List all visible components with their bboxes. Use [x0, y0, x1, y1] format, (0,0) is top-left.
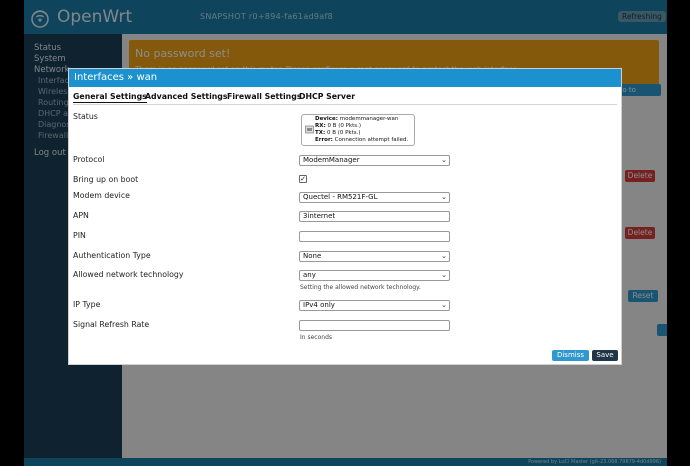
- auth-type-value: None: [303, 252, 322, 260]
- save-button[interactable]: Save: [592, 350, 618, 361]
- tab-dhcp-server[interactable]: DHCP Server: [299, 92, 355, 101]
- pin-input[interactable]: [299, 231, 450, 242]
- apn-input[interactable]: 3internet: [299, 211, 450, 222]
- modem-device-value: Quectel - RM521F-GL: [303, 193, 378, 201]
- status-error-key: Error:: [315, 137, 333, 143]
- status-label: Status: [73, 112, 98, 121]
- tab-general-settings[interactable]: General Settings: [73, 92, 147, 103]
- protocol-label: Protocol: [73, 155, 105, 164]
- chevron-down-icon: ⌄: [441, 252, 447, 260]
- ip-type-value: IPv4 only: [303, 301, 335, 309]
- chevron-down-icon: ⌄: [441, 156, 447, 164]
- chevron-down-icon: ⌄: [441, 193, 447, 201]
- dialog-header: Interfaces » wan: [69, 69, 621, 87]
- tab-divider: [73, 104, 617, 105]
- tab-firewall-settings[interactable]: Firewall Settings: [227, 92, 301, 101]
- protocol-value: ModemManager: [303, 156, 360, 164]
- dialog-title: Interfaces » wan: [74, 72, 158, 83]
- interface-dialog: Interfaces » wan General Settings Advanc…: [68, 68, 622, 365]
- protocol-select[interactable]: ModemManager ⌄: [299, 155, 450, 166]
- signal-refresh-help: In seconds: [300, 334, 333, 341]
- dismiss-button[interactable]: Dismiss: [552, 350, 589, 361]
- modem-device-select[interactable]: Quectel - RM521F-GL ⌄: [299, 192, 450, 203]
- chevron-down-icon: ⌄: [441, 301, 447, 309]
- signal-refresh-label: Signal Refresh Rate: [73, 320, 150, 329]
- apn-label: APN: [73, 211, 89, 220]
- chevron-down-icon: ⌄: [441, 271, 447, 279]
- ethernet-port-icon: [305, 125, 314, 134]
- status-error-value: Connection attempt failed.: [334, 137, 409, 143]
- ip-type-select[interactable]: IPv4 only ⌄: [299, 300, 450, 311]
- status-rx-key: RX:: [315, 123, 326, 129]
- bring-up-checkbox[interactable]: ✓: [299, 175, 307, 183]
- status-rx-value: 0 B (0 Pkts.): [327, 123, 362, 129]
- ip-type-label: IP Type: [73, 300, 101, 309]
- bring-up-label: Bring up on boot: [73, 175, 139, 184]
- status-tx-value: 0 B (0 Pkts.): [326, 130, 361, 136]
- status-device-value: modemmanager-wan: [339, 116, 399, 122]
- allowed-tech-select[interactable]: any ⌄: [299, 270, 450, 281]
- allowed-tech-value: any: [303, 271, 316, 279]
- auth-type-label: Authentication Type: [73, 251, 151, 260]
- tab-advanced-settings[interactable]: Advanced Settings: [145, 92, 228, 101]
- modem-device-label: Modem device: [73, 191, 130, 200]
- allowed-tech-help: Setting the allowed network technology.: [300, 284, 421, 291]
- interface-status-box: Device: modemmanager-wan RX: 0 B (0 Pkts…: [301, 114, 415, 146]
- pin-label: PIN: [73, 231, 86, 240]
- allowed-tech-label: Allowed network technology: [73, 270, 184, 279]
- auth-type-select[interactable]: None ⌄: [299, 251, 450, 262]
- status-tx-key: TX:: [315, 130, 326, 136]
- signal-refresh-input[interactable]: [299, 320, 450, 331]
- status-device-key: Device:: [315, 116, 338, 122]
